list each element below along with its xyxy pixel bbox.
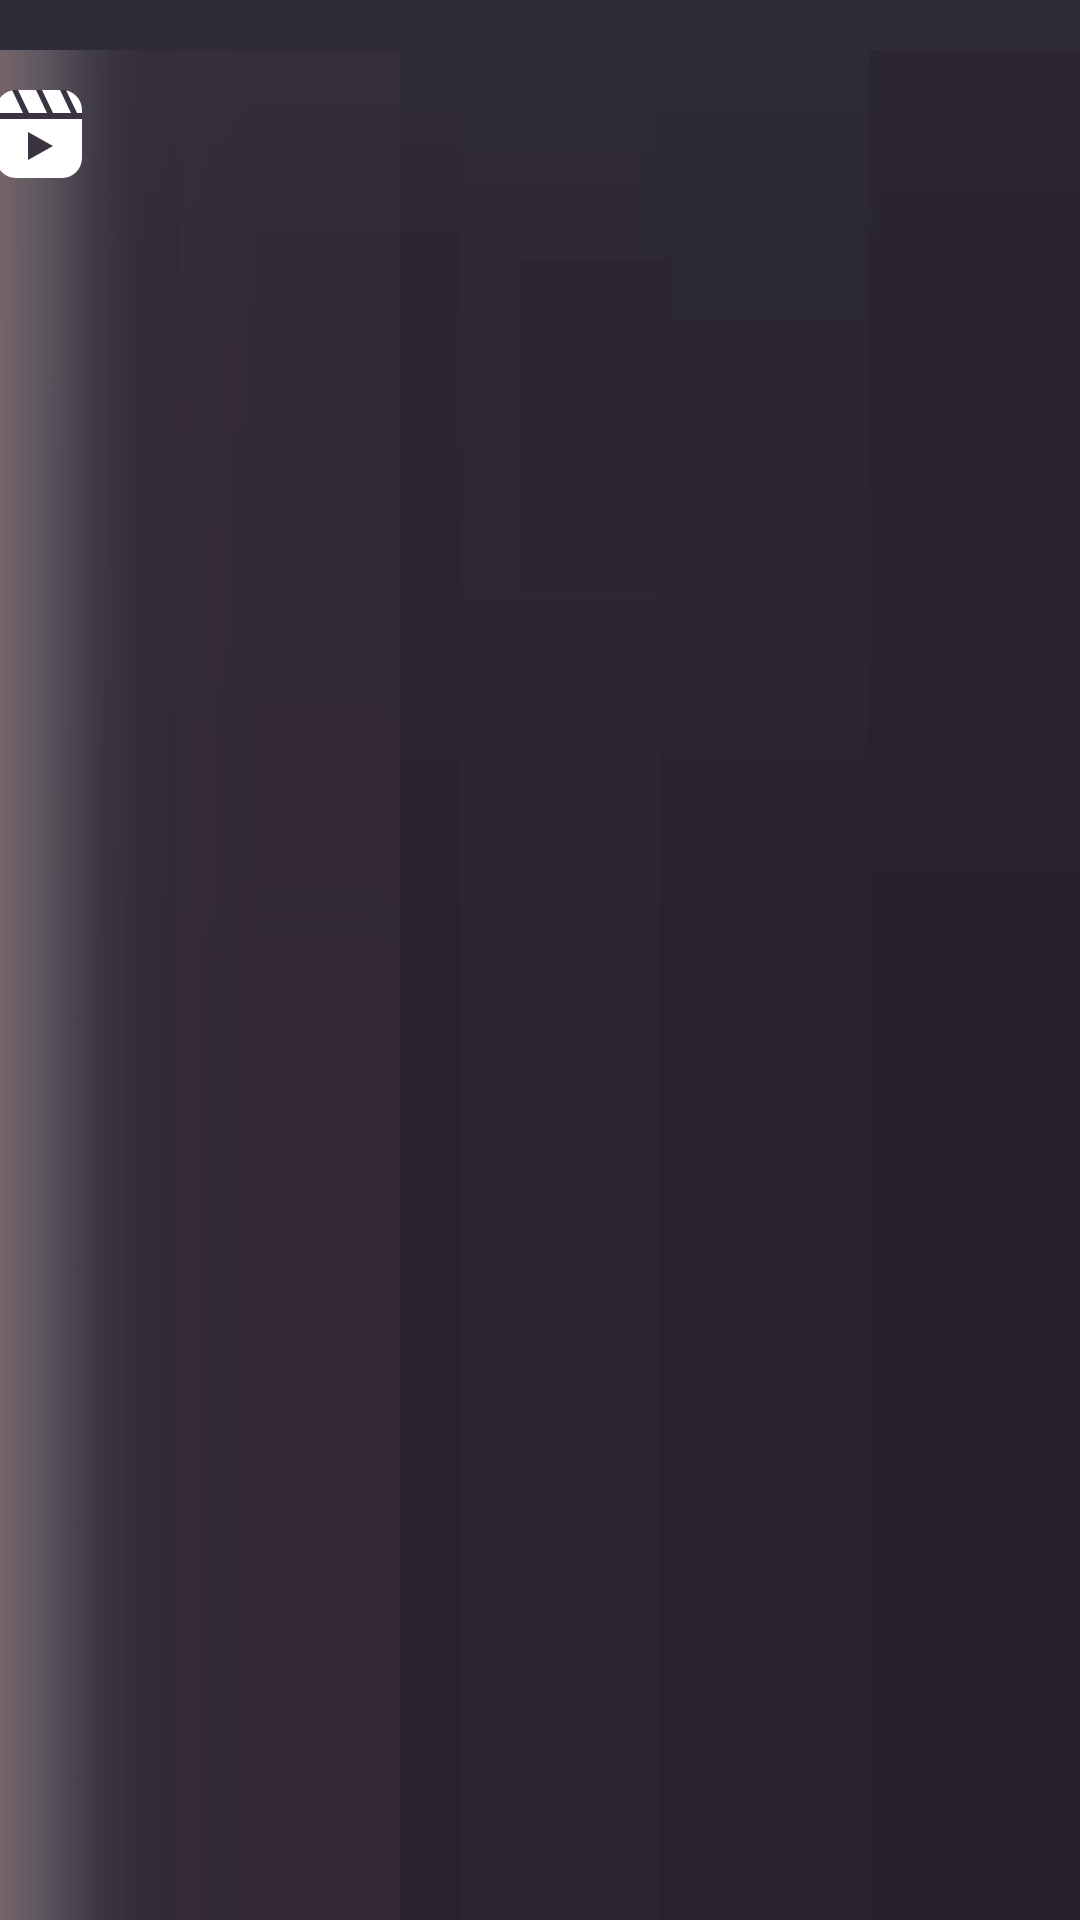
reels-screen[interactable] [0,0,1080,1920]
top-bar [0,0,1080,50]
video-blur-streak [180,50,400,1920]
video-blur-streak [110,50,180,1920]
video-blur-streak [870,50,1080,1920]
reels-icon[interactable] [0,86,86,182]
video-blur-streak [640,50,880,320]
video-blur-streak [520,260,670,590]
